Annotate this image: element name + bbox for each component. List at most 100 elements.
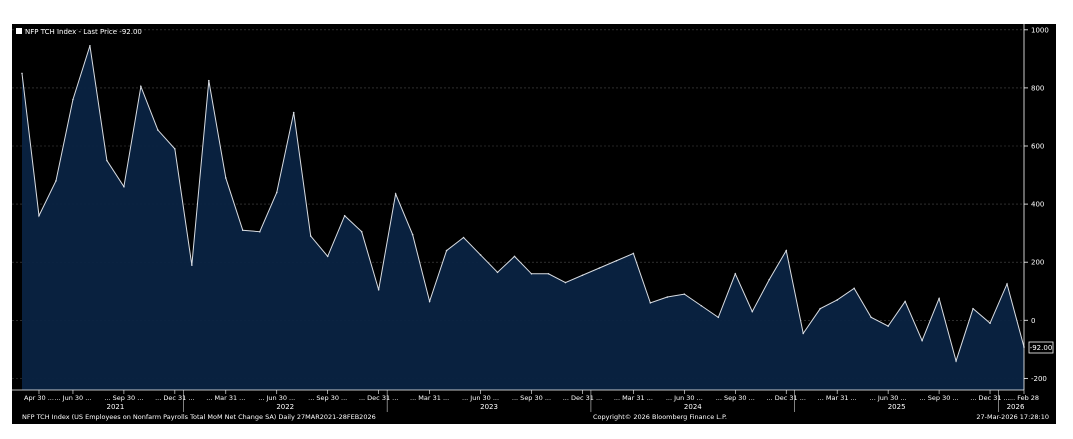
data-point bbox=[72, 98, 74, 101]
data-point bbox=[208, 79, 210, 82]
data-point bbox=[802, 332, 805, 335]
data-point bbox=[870, 316, 872, 319]
data-point bbox=[649, 302, 652, 304]
data-point bbox=[666, 296, 669, 298]
x-year-label: 2025 bbox=[888, 403, 906, 411]
data-point bbox=[819, 307, 822, 310]
data-point bbox=[21, 72, 23, 75]
data-point bbox=[224, 177, 227, 179]
last-price-label: -92.00 bbox=[1030, 344, 1053, 352]
x-tick-label: ... Jun 30 ... bbox=[54, 394, 91, 402]
data-point bbox=[921, 339, 923, 342]
data-point bbox=[598, 267, 601, 269]
x-tick-label: ... Mar 31 ... bbox=[614, 394, 653, 402]
data-point bbox=[955, 360, 957, 362]
data-point bbox=[989, 322, 991, 324]
data-point bbox=[751, 310, 754, 313]
data-point bbox=[241, 229, 244, 232]
data-point bbox=[513, 255, 516, 258]
data-point bbox=[785, 249, 788, 252]
data-point bbox=[123, 185, 125, 188]
data-point bbox=[394, 193, 397, 195]
x-tick-label: ... Dec 31 ... bbox=[970, 394, 1009, 402]
data-point bbox=[157, 129, 159, 131]
x-tick-label: ... Mar 31 ... bbox=[410, 394, 449, 402]
x-tick-label: ... Sep 30 ... bbox=[308, 394, 347, 402]
data-point bbox=[938, 297, 940, 300]
data-point bbox=[632, 252, 635, 255]
x-tick-label: ... Sep 30 ... bbox=[512, 394, 551, 402]
data-point bbox=[292, 111, 295, 114]
data-point bbox=[717, 316, 720, 319]
data-point bbox=[615, 259, 618, 262]
x-tick-label: ... Sep 30 ... bbox=[104, 394, 143, 402]
x-tick-label: ... Jun 30 ... bbox=[462, 394, 499, 402]
x-tick-label: ... Dec 31 ... bbox=[155, 394, 194, 402]
data-point bbox=[853, 287, 855, 290]
data-point bbox=[972, 307, 974, 310]
x-year-label: 2023 bbox=[480, 403, 498, 411]
x-tick-label: ... Jun 30 ... bbox=[666, 394, 703, 402]
y-tick-label: 200 bbox=[1031, 259, 1044, 267]
data-point bbox=[191, 264, 193, 266]
x-tick-label: ... Jun 30 ... bbox=[258, 394, 295, 402]
y-tick-label: -200 bbox=[1031, 375, 1047, 383]
x-tick-label: ... Sep 30 ... bbox=[716, 394, 755, 402]
data-point bbox=[89, 44, 91, 47]
x-year-label: 2021 bbox=[106, 403, 124, 411]
y-tick-label: 1000 bbox=[1031, 26, 1049, 34]
data-point bbox=[581, 274, 584, 277]
data-point bbox=[326, 255, 329, 258]
data-point bbox=[734, 273, 737, 275]
x-year-label: 2024 bbox=[684, 403, 702, 411]
data-point bbox=[496, 271, 499, 274]
data-point bbox=[564, 281, 567, 284]
data-point bbox=[836, 299, 838, 301]
x-year-label: 2026 bbox=[1007, 403, 1025, 411]
legend: NFP TCH Index - Last Price -92.00 bbox=[16, 28, 142, 36]
y-tick-label: 0 bbox=[1031, 317, 1035, 325]
data-point bbox=[887, 325, 889, 327]
y-tick-label: 800 bbox=[1031, 84, 1044, 92]
data-point bbox=[55, 180, 57, 182]
data-point bbox=[768, 278, 771, 281]
data-point bbox=[343, 214, 346, 217]
data-point bbox=[377, 288, 380, 291]
data-point bbox=[360, 230, 363, 233]
data-point bbox=[462, 236, 465, 239]
data-point bbox=[38, 214, 40, 217]
nfp-area-chart: 10008006004002000-200 Apr 30 ...... Jun … bbox=[12, 24, 1056, 424]
data-point bbox=[1006, 283, 1008, 285]
data-point bbox=[411, 233, 414, 236]
y-tick-label: 400 bbox=[1031, 201, 1044, 209]
data-point bbox=[547, 273, 550, 275]
data-point bbox=[479, 254, 482, 256]
data-point bbox=[700, 304, 703, 307]
x-tick-label: ... Dec 31 ... bbox=[767, 394, 806, 402]
data-point bbox=[530, 273, 533, 275]
footer-copyright: Copyright© 2026 Bloomberg Finance L.P. bbox=[593, 413, 727, 421]
x-tick-label: ... Mar 31 ... bbox=[818, 394, 857, 402]
data-point bbox=[683, 293, 686, 295]
x-tick-label: Apr 30 ... bbox=[24, 394, 54, 402]
data-point bbox=[258, 230, 261, 233]
data-point bbox=[174, 148, 176, 150]
chart-container: 1000 800 600 400 200 0 -200 Apr 30 ...... Jun … bbox=[0, 0, 1073, 435]
legend-swatch bbox=[16, 28, 22, 34]
data-point bbox=[275, 191, 278, 194]
data-point bbox=[904, 300, 906, 303]
data-point bbox=[140, 85, 142, 88]
y-tick-label: 600 bbox=[1031, 143, 1044, 151]
data-point bbox=[428, 300, 431, 303]
x-tick-label: ... Feb 28 bbox=[1009, 394, 1039, 402]
legend-label: NFP TCH Index - Last Price -92.00 bbox=[25, 28, 142, 36]
x-tick-label: ... Dec 31 ... bbox=[563, 394, 602, 402]
last-price-marker: -92.00 bbox=[1028, 341, 1054, 354]
x-year-label: 2022 bbox=[276, 403, 294, 411]
footer-timestamp: 27-Mar-2026 17:28:10 bbox=[976, 413, 1049, 421]
x-tick-label: ... Jun 30 ... bbox=[870, 394, 907, 402]
data-point bbox=[106, 159, 108, 162]
data-point bbox=[309, 235, 312, 237]
data-point bbox=[445, 249, 448, 252]
x-tick-label: ... Dec 31 ... bbox=[359, 394, 398, 402]
